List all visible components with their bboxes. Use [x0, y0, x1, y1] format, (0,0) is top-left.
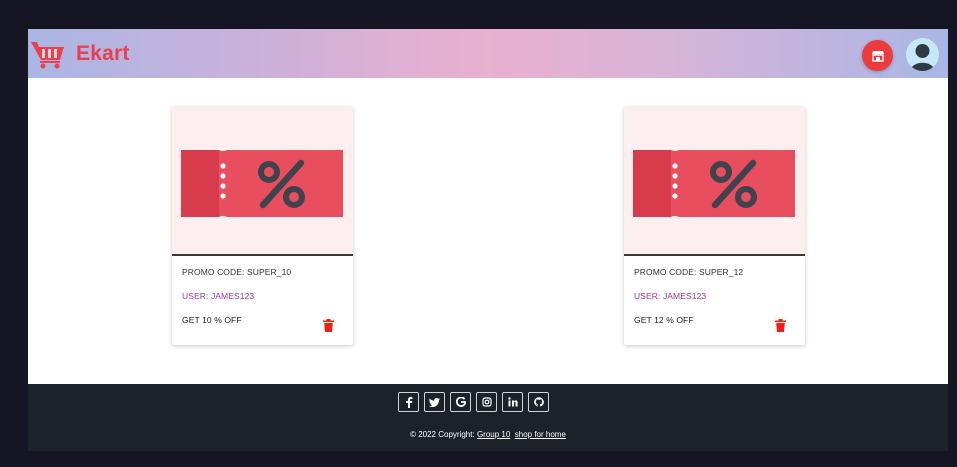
instagram-button[interactable]: [476, 392, 497, 412]
promo-image: [172, 107, 353, 256]
shopping-cart-icon: [31, 42, 64, 69]
twitter-button[interactable]: [424, 392, 445, 412]
delete-icon[interactable]: [775, 319, 786, 332]
github-icon: [533, 397, 544, 407]
brand-logo[interactable]: Ekart: [30, 39, 130, 69]
user-avatar-icon: [910, 44, 935, 71]
app-window: Ekart PROMO CODE: SUPER_10 USER: JAMES12…: [28, 29, 948, 451]
twitter-icon: [429, 397, 440, 407]
promo-user: USER: JAMES123: [634, 291, 707, 301]
google-button[interactable]: [450, 392, 471, 412]
brand-name: Ekart: [76, 42, 130, 65]
coupon-icon: [181, 150, 343, 217]
store-icon: [871, 50, 884, 62]
coupon-icon: [633, 150, 795, 217]
promo-code: PROMO CODE: SUPER_12: [634, 267, 744, 277]
linkedin-icon: [507, 397, 518, 407]
copyright: © 2022 Copyright: Group 10 shop for home: [28, 430, 948, 439]
github-button[interactable]: [528, 392, 549, 412]
linkedin-button[interactable]: [502, 392, 523, 412]
google-icon: [455, 397, 466, 407]
facebook-button[interactable]: [398, 392, 419, 412]
promo-user: USER: JAMES123: [182, 291, 255, 301]
footer: © 2022 Copyright: Group 10 shop for home: [28, 384, 948, 451]
instagram-icon: [481, 397, 492, 407]
user-avatar[interactable]: [906, 38, 939, 71]
shop-link[interactable]: shop for home: [515, 430, 566, 439]
promo-card: PROMO CODE: SUPER_12 USER: JAMES123 GET …: [624, 107, 805, 345]
social-links: [398, 392, 549, 412]
navbar: Ekart: [28, 29, 948, 78]
group-link[interactable]: Group 10: [477, 430, 510, 439]
facebook-icon: [405, 396, 412, 408]
promo-code: PROMO CODE: SUPER_10: [182, 267, 292, 277]
promo-discount: GET 12 % OFF: [634, 315, 694, 325]
delete-icon[interactable]: [323, 319, 334, 332]
promo-discount: GET 10 % OFF: [182, 315, 242, 325]
copyright-text: © 2022 Copyright:: [410, 430, 475, 439]
store-button[interactable]: [862, 40, 893, 71]
promo-image: [624, 107, 805, 256]
promo-card: PROMO CODE: SUPER_10 USER: JAMES123 GET …: [172, 107, 353, 345]
